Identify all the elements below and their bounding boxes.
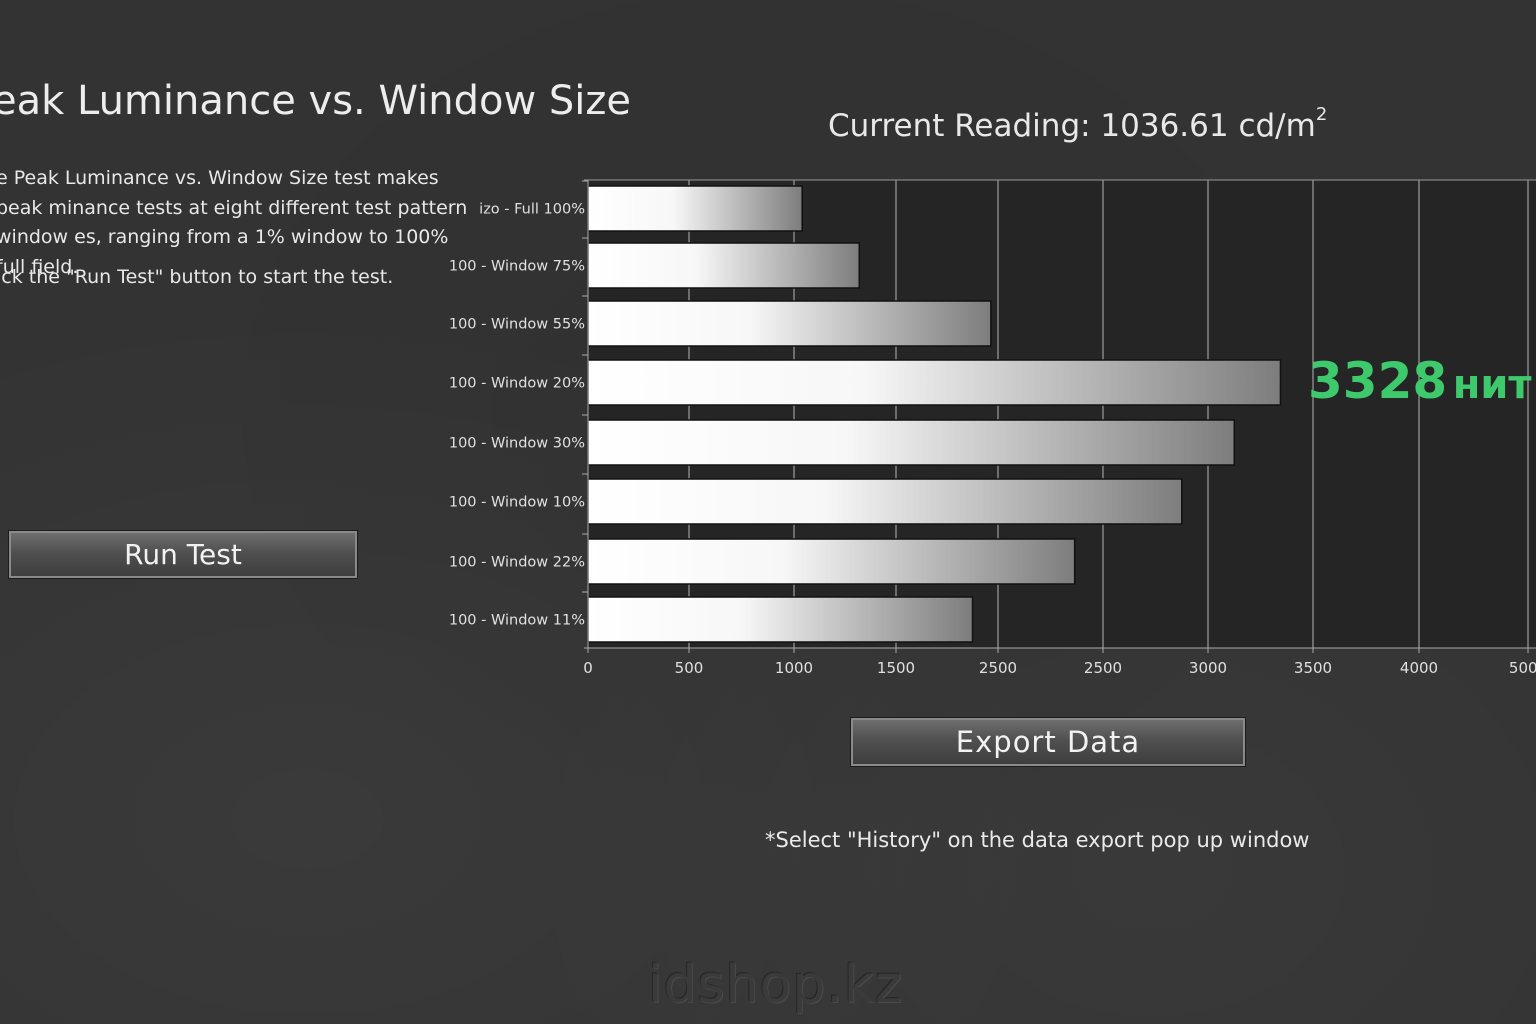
bar	[587, 300, 992, 347]
bar	[587, 242, 861, 289]
category-label: 100 - Window 75%	[449, 259, 585, 275]
x-tick-label: 5000	[1509, 659, 1536, 677]
bar	[587, 419, 1235, 466]
watermark: idshop.kz	[648, 955, 904, 1015]
bar	[587, 596, 974, 643]
highlight-unit: нит	[1452, 362, 1532, 408]
x-tick-label: 500	[675, 659, 704, 677]
luminance-bar-chart: 0 500 1000 1500 2500 2500 3000 3500 4000 5000 izo …	[449, 179, 1536, 677]
category-label: 100 - Window 20%	[449, 376, 585, 392]
category-label: 100 - Window 30%	[449, 436, 585, 452]
x-tick-label: 4000	[1400, 659, 1438, 677]
highlight-number: 3328	[1308, 352, 1448, 410]
category-label: izo - Full 100%	[479, 202, 585, 218]
export-footnote: *Select "History" on the data export pop…	[765, 828, 1310, 852]
category-label: 100 - Window 10%	[449, 495, 585, 511]
bar	[587, 478, 1183, 525]
x-tick-label: 0	[583, 659, 593, 677]
x-tick-label: 3500	[1294, 659, 1332, 677]
x-tick-label: 2500	[979, 659, 1017, 677]
x-tick-label: 1500	[877, 659, 915, 677]
bar	[587, 359, 1282, 406]
highlight-value: 3328 нит	[1308, 352, 1532, 410]
x-tick-label: 1000	[775, 659, 813, 677]
x-tick-label: 3000	[1189, 659, 1227, 677]
bar	[587, 538, 1076, 585]
x-tick-label: 2500	[1084, 659, 1122, 677]
category-label: 100 - Window 22%	[449, 555, 585, 571]
category-label: 100 - Window 11%	[449, 613, 585, 629]
category-label: 100 - Window 55%	[449, 317, 585, 333]
bar	[587, 185, 803, 232]
export-data-button[interactable]: Export Data	[851, 718, 1245, 766]
